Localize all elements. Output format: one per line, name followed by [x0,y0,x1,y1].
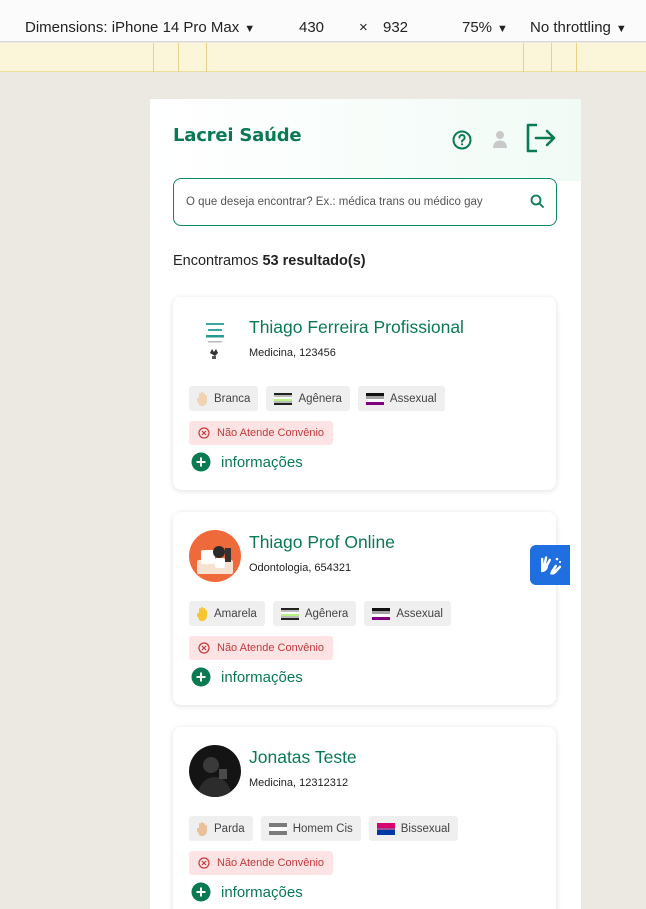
search-box [173,178,557,226]
plus-circle-icon [191,882,211,902]
tag-orientation: Assexual [364,601,451,626]
x-circle-icon [198,857,210,869]
caret-down-icon: ▼ [615,23,627,35]
plus-circle-icon [191,452,211,472]
insurance-warning-badge: Não Atende Convênio [189,851,334,875]
tag-orientation: Bissexual [368,816,458,841]
tag-list: Parda Homem Cis Bissexual [189,816,458,841]
help-icon[interactable] [452,130,472,150]
professional-specialty: Medicina, 123456 [249,347,336,359]
avatar-illustration-icon [189,530,241,582]
tag-race: Branca [189,386,259,411]
flag-icon [268,822,287,835]
x-circle-icon [198,427,210,439]
hand-icon [197,391,207,406]
flag-icon [372,607,391,620]
user-icon[interactable] [492,130,508,148]
tag-gender: Agênera [266,386,350,411]
flag-icon [274,392,293,405]
width-input[interactable]: 430 [299,19,324,36]
tag-list: Amarela Agênera Assexual [189,601,451,626]
logout-icon[interactable] [526,123,558,153]
caret-down-icon: ▼ [244,23,256,35]
tag-gender: Agênera [272,601,357,626]
caret-down-icon: ▼ [497,23,508,35]
info-button[interactable]: informações [191,666,303,688]
avatar [189,530,241,582]
hand-icon [197,821,207,836]
professional-card: Thiago Prof Online Odontologia, 654321 A… [173,512,556,705]
app-header: Lacrei Saúde [150,99,581,181]
x-circle-icon [198,642,210,654]
professional-specialty: Medicina, 12312312 [249,777,349,789]
phone-screen: Lacrei Saúde Encontramos 53 resultado(s) [150,99,581,909]
brand-logo[interactable]: Lacrei Saúde [173,125,302,146]
search-icon[interactable] [530,194,544,208]
avatar [189,745,241,797]
zoom-select[interactable]: 75% ▼ [462,19,508,36]
search-input[interactable] [186,192,516,212]
info-button[interactable]: informações [191,881,303,903]
info-button[interactable]: informações [191,451,303,473]
plus-circle-icon [191,667,211,687]
tag-gender: Homem Cis [260,816,361,841]
insurance-warning-badge: Não Atende Convênio [189,636,334,660]
avatar [189,315,241,367]
tag-list: Branca Agênera Assexual [189,386,445,411]
professional-name[interactable]: Jonatas Teste [249,747,357,768]
throttling-select[interactable]: No throttling ▼ [530,19,627,36]
tag-race: Amarela [189,601,265,626]
times-sign: × [359,19,368,36]
tag-race: Parda [189,816,253,841]
professional-name[interactable]: Thiago Prof Online [249,532,395,553]
vlibras-accessibility-button[interactable] [530,545,570,585]
media-query-ruler[interactable] [0,43,646,72]
doctor-illustration-icon [189,315,241,367]
dimensions-select[interactable]: Dimensions: iPhone 14 Pro Max ▼ [25,19,255,36]
professional-specialty: Odontologia, 654321 [249,562,352,574]
professional-card: Jonatas Teste Medicina, 12312312 Parda H… [173,727,556,909]
avatar-photo-icon [189,745,241,797]
insurance-warning-badge: Não Atende Convênio [189,421,334,445]
professional-name[interactable]: Thiago Ferreira Profissional [249,317,464,338]
hand-icon [197,606,207,621]
flag-icon [376,822,395,835]
flag-icon [365,392,384,405]
height-input[interactable]: 932 [383,19,408,36]
devtools-toolbar: Dimensions: iPhone 14 Pro Max ▼ 430 × 932… [0,0,646,42]
results-count: Encontramos 53 resultado(s) [173,253,366,269]
flag-icon [280,607,299,620]
tag-orientation: Assexual [357,386,445,411]
sign-language-hands-icon [541,556,562,575]
professional-card: Thiago Ferreira Profissional Medicina, 1… [173,297,556,490]
